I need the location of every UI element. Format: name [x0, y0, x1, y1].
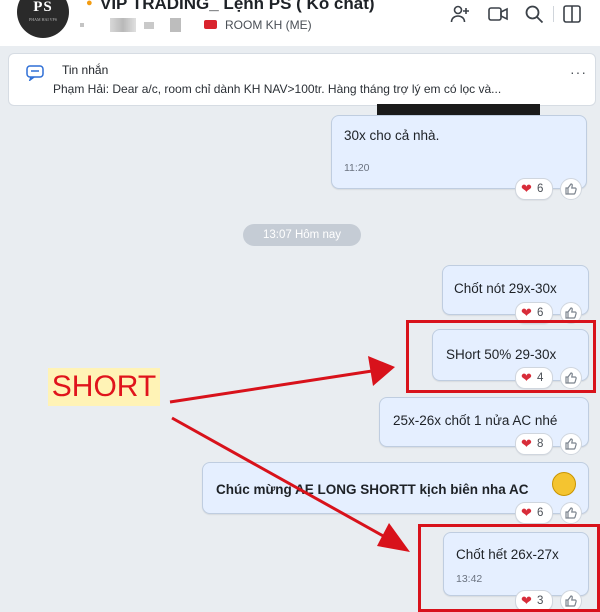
arrow-head: [377, 523, 410, 552]
arrow-head: [368, 356, 395, 386]
annotation-arrows: [169, 356, 410, 552]
annotation-arrow: [171, 416, 386, 539]
annotation-arrow: [169, 369, 373, 404]
